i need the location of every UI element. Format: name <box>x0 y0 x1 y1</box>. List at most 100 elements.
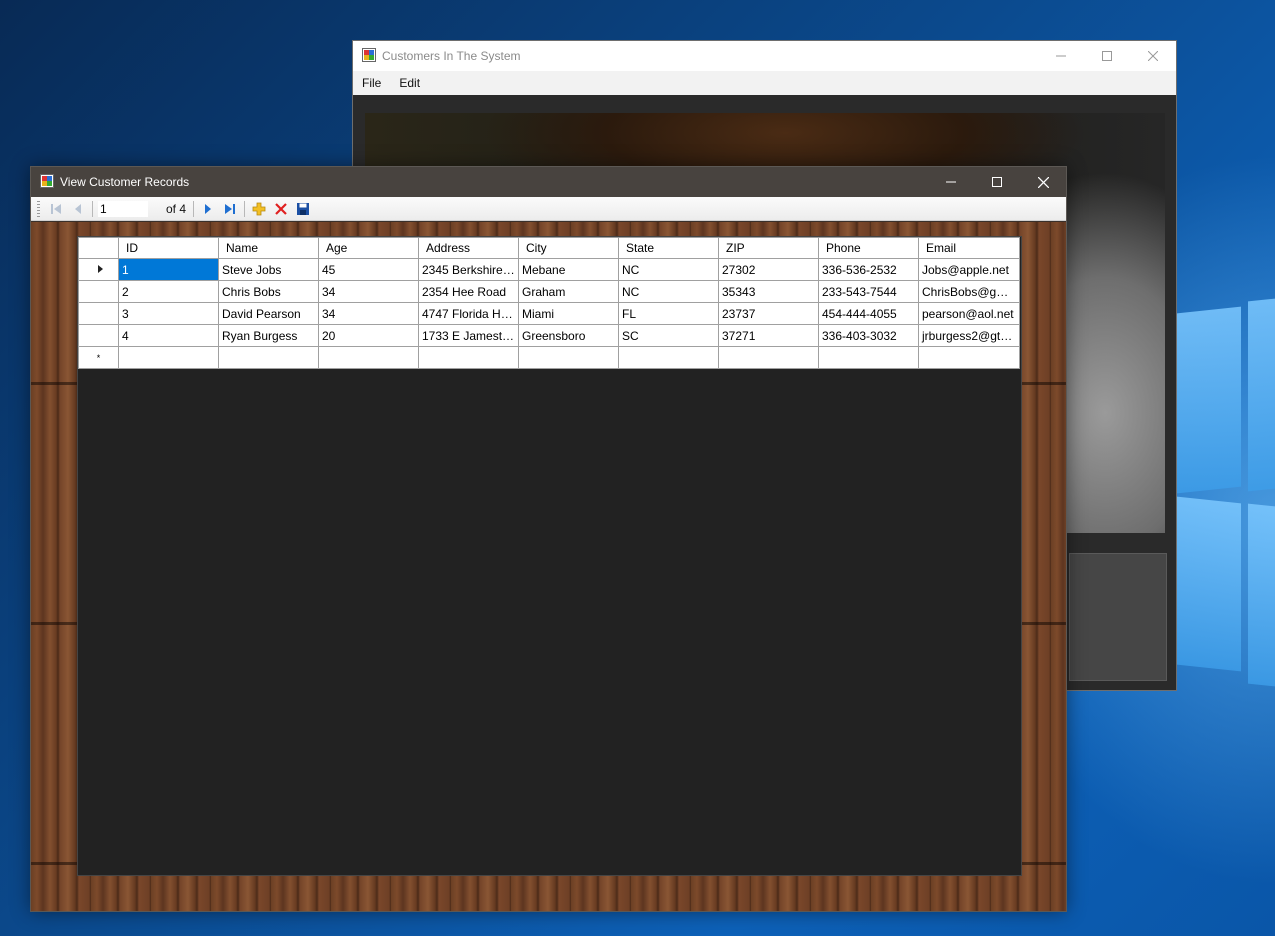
cell-zip[interactable]: 27302 <box>718 258 819 281</box>
new-cell[interactable] <box>818 346 919 369</box>
new-cell[interactable] <box>618 346 719 369</box>
cell-id[interactable]: 3 <box>118 302 219 325</box>
cell-email[interactable]: pearson@aol.net <box>918 302 1020 325</box>
column-header-zip[interactable]: ZIP <box>718 237 819 259</box>
cell-phone[interactable]: 336-403-3032 <box>818 324 919 347</box>
cell-state[interactable]: FL <box>618 302 719 325</box>
column-header-phone[interactable]: Phone <box>818 237 919 259</box>
cell-zip[interactable]: 37271 <box>718 324 819 347</box>
position-input[interactable] <box>98 200 148 217</box>
separator <box>193 200 194 217</box>
window-title: Customers In The System <box>382 49 521 63</box>
new-cell[interactable] <box>718 346 819 369</box>
cell-city[interactable]: Greensboro <box>518 324 619 347</box>
column-header-age[interactable]: Age <box>318 237 419 259</box>
row-header[interactable] <box>78 324 119 347</box>
cell-address[interactable]: 1733 E Jamesto... <box>418 324 519 347</box>
row-header[interactable] <box>78 302 119 325</box>
new-cell[interactable] <box>118 346 219 369</box>
table-row[interactable]: 2 Chris Bobs 34 2354 Hee Road Graham NC … <box>78 280 1020 303</box>
windows-logo-pane <box>1248 298 1275 492</box>
new-cell[interactable] <box>418 346 519 369</box>
cell-age[interactable]: 34 <box>318 280 419 303</box>
add-icon <box>252 202 266 215</box>
header-row: ID Name Age Address City State ZIP Phone… <box>78 237 1020 259</box>
move-next-button[interactable] <box>197 199 219 219</box>
cell-state[interactable]: NC <box>618 280 719 303</box>
cell-age[interactable]: 34 <box>318 302 419 325</box>
separator <box>92 200 93 217</box>
menu-bar: File Edit <box>353 71 1176 95</box>
corner-header[interactable] <box>78 237 119 259</box>
cell-email[interactable]: ChrisBobs@gmail... <box>918 280 1020 303</box>
cell-name[interactable]: Ryan Burgess <box>218 324 319 347</box>
cell-name[interactable]: Chris Bobs <box>218 280 319 303</box>
cell-phone[interactable]: 454-444-4055 <box>818 302 919 325</box>
app-icon <box>362 47 376 65</box>
move-previous-button[interactable] <box>67 199 89 219</box>
cell-address[interactable]: 4747 Florida High... <box>418 302 519 325</box>
move-first-button[interactable] <box>45 199 67 219</box>
delete-button[interactable] <box>270 199 292 219</box>
move-next-icon <box>205 203 211 214</box>
cell-email[interactable]: Jobs@apple.net <box>918 258 1020 281</box>
new-cell[interactable] <box>318 346 419 369</box>
new-cell[interactable] <box>518 346 619 369</box>
wood-background: ID Name Age Address City State ZIP Phone… <box>31 222 1066 911</box>
table-row[interactable]: 1 Steve Jobs 45 2345 Berkshire R... Meba… <box>78 258 1020 281</box>
table-row[interactable]: 4 Ryan Burgess 20 1733 E Jamesto... Gree… <box>78 324 1020 347</box>
column-header-email[interactable]: Email <box>918 237 1020 259</box>
cell-email[interactable]: jrburgess2@gtcc.... <box>918 324 1020 347</box>
row-header[interactable] <box>78 280 119 303</box>
count-label: of 4 <box>165 201 186 216</box>
view-customer-records-window[interactable]: View Customer Records of 4 <box>30 166 1067 912</box>
new-row[interactable]: * <box>78 346 1020 369</box>
cell-address[interactable]: 2345 Berkshire R... <box>418 258 519 281</box>
menu-file[interactable]: File <box>353 76 390 90</box>
cell-city[interactable]: Mebane <box>518 258 619 281</box>
column-header-id[interactable]: ID <box>118 237 219 259</box>
cell-age[interactable]: 45 <box>318 258 419 281</box>
column-header-address[interactable]: Address <box>418 237 519 259</box>
minimize-button[interactable] <box>1038 41 1084 71</box>
info-panel <box>1069 553 1167 681</box>
cell-zip[interactable]: 23737 <box>718 302 819 325</box>
customer-data-grid[interactable]: ID Name Age Address City State ZIP Phone… <box>77 236 1022 876</box>
minimize-icon <box>1056 55 1066 57</box>
maximize-button[interactable] <box>1084 41 1130 71</box>
move-last-button[interactable] <box>219 199 241 219</box>
new-cell[interactable] <box>918 346 1020 369</box>
cell-address[interactable]: 2354 Hee Road <box>418 280 519 303</box>
maximize-button[interactable] <box>974 167 1020 197</box>
column-header-state[interactable]: State <box>618 237 719 259</box>
save-button[interactable] <box>292 199 314 219</box>
minimize-button[interactable] <box>928 167 974 197</box>
row-header-current[interactable] <box>78 258 119 281</box>
cell-name[interactable]: Steve Jobs <box>218 258 319 281</box>
cell-zip[interactable]: 35343 <box>718 280 819 303</box>
cell-state[interactable]: SC <box>618 324 719 347</box>
close-button[interactable] <box>1130 41 1176 71</box>
title-bar[interactable]: View Customer Records <box>31 167 1066 197</box>
cell-id[interactable]: 4 <box>118 324 219 347</box>
new-cell[interactable] <box>218 346 319 369</box>
cell-phone[interactable]: 336-536-2532 <box>818 258 919 281</box>
toolbar-grip[interactable] <box>37 200 40 217</box>
column-header-name[interactable]: Name <box>218 237 319 259</box>
cell-id[interactable]: 1 <box>118 258 219 281</box>
cell-id[interactable]: 2 <box>118 280 219 303</box>
title-bar[interactable]: Customers In The System <box>353 41 1176 71</box>
close-button[interactable] <box>1020 167 1066 197</box>
windows-logo-pane <box>1248 503 1275 687</box>
cell-city[interactable]: Miami <box>518 302 619 325</box>
table-row[interactable]: 3 David Pearson 34 4747 Florida High... … <box>78 302 1020 325</box>
add-new-button[interactable] <box>248 199 270 219</box>
cell-age[interactable]: 20 <box>318 324 419 347</box>
cell-city[interactable]: Graham <box>518 280 619 303</box>
cell-phone[interactable]: 233-543-7544 <box>818 280 919 303</box>
new-row-marker[interactable]: * <box>78 346 119 369</box>
cell-name[interactable]: David Pearson <box>218 302 319 325</box>
column-header-city[interactable]: City <box>518 237 619 259</box>
cell-state[interactable]: NC <box>618 258 719 281</box>
menu-edit[interactable]: Edit <box>390 76 429 90</box>
